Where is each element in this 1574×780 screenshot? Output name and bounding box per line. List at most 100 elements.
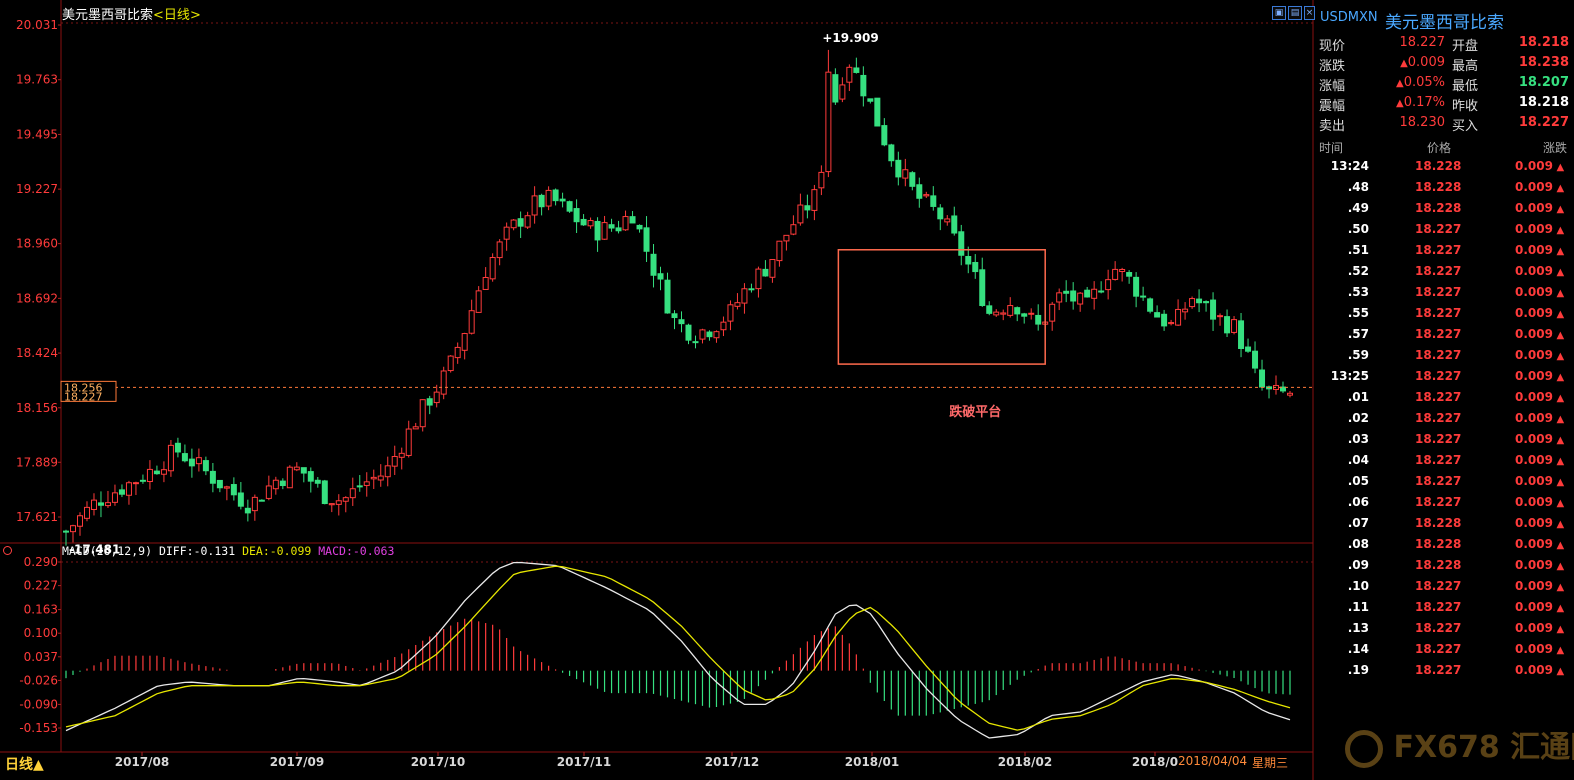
candle-body[interactable] xyxy=(419,399,426,428)
candle-body[interactable] xyxy=(139,479,146,482)
candle-body[interactable] xyxy=(132,482,139,485)
candle-body[interactable] xyxy=(853,67,860,73)
candle-body[interactable] xyxy=(391,456,398,467)
candle-body[interactable] xyxy=(146,468,153,483)
tick-row[interactable]: .19 18.227 0.009 ▲ xyxy=(1315,660,1574,681)
candle-body[interactable] xyxy=(209,470,216,484)
candle-body[interactable] xyxy=(300,467,307,474)
tick-row[interactable]: .50 18.227 0.009 ▲ xyxy=(1315,219,1574,240)
candle-body[interactable] xyxy=(1196,298,1203,304)
candle-body[interactable] xyxy=(874,97,881,127)
candle-body[interactable] xyxy=(1133,276,1140,297)
candle-body[interactable] xyxy=(944,218,951,223)
candle-body[interactable] xyxy=(1287,392,1293,396)
candle-body[interactable] xyxy=(720,321,727,331)
candle-body[interactable] xyxy=(580,218,587,226)
period-tab[interactable]: 日线▲ xyxy=(5,754,44,774)
candle-body[interactable] xyxy=(216,479,223,489)
tick-row[interactable]: .03 18.227 0.009 ▲ xyxy=(1315,429,1574,450)
candle-body[interactable] xyxy=(195,457,202,465)
candle-body[interactable] xyxy=(1028,312,1035,315)
tick-row[interactable]: .48 18.228 0.009 ▲ xyxy=(1315,177,1574,198)
candle-body[interactable] xyxy=(965,256,972,265)
candle-body[interactable] xyxy=(181,453,188,462)
candle-body[interactable] xyxy=(713,331,720,339)
candle-body[interactable] xyxy=(1091,288,1098,299)
candle-body[interactable] xyxy=(622,216,629,231)
candle-body[interactable] xyxy=(1000,312,1007,315)
candle-body[interactable] xyxy=(804,205,811,211)
candle-body[interactable] xyxy=(482,277,489,290)
candle-body[interactable] xyxy=(636,224,643,230)
tick-row[interactable]: .08 18.228 0.009 ▲ xyxy=(1315,534,1574,555)
candle-body[interactable] xyxy=(727,304,734,322)
tick-row[interactable]: .14 18.227 0.009 ▲ xyxy=(1315,639,1574,660)
candle-body[interactable] xyxy=(125,482,132,496)
candle-body[interactable] xyxy=(251,496,258,512)
candle-body[interactable] xyxy=(377,475,384,481)
candle-body[interactable] xyxy=(104,502,111,507)
candle-body[interactable] xyxy=(265,485,272,499)
candle-body[interactable] xyxy=(979,269,986,306)
candle-body[interactable] xyxy=(1119,268,1126,272)
candle-body[interactable] xyxy=(958,231,965,256)
candle-body[interactable] xyxy=(1105,279,1112,291)
candle-body[interactable] xyxy=(916,184,923,199)
candle-body[interactable] xyxy=(1035,314,1042,325)
candle-body[interactable] xyxy=(951,215,958,234)
candle-body[interactable] xyxy=(160,469,167,475)
candle-body[interactable] xyxy=(685,324,692,341)
candle-body[interactable] xyxy=(629,216,636,224)
candle-body[interactable] xyxy=(797,204,804,224)
candle-body[interactable] xyxy=(552,189,559,202)
candle-body[interactable] xyxy=(706,331,713,338)
candle-body[interactable] xyxy=(972,261,979,273)
candle-body[interactable] xyxy=(741,288,748,304)
candle-body[interactable] xyxy=(307,471,314,482)
candle-body[interactable] xyxy=(349,488,356,499)
restore-window-icon[interactable]: ▣ xyxy=(1272,6,1286,20)
candle-body[interactable] xyxy=(545,189,552,207)
candle-body[interactable] xyxy=(839,84,846,100)
candle-body[interactable] xyxy=(1070,290,1077,302)
candle-body[interactable] xyxy=(1098,290,1105,293)
candle-body[interactable] xyxy=(286,466,293,489)
candle-body[interactable] xyxy=(321,480,328,505)
candle-body[interactable] xyxy=(468,310,475,334)
tick-row[interactable]: .13 18.227 0.009 ▲ xyxy=(1315,618,1574,639)
candle-body[interactable] xyxy=(587,220,594,227)
candle-body[interactable] xyxy=(314,479,321,484)
candle-body[interactable] xyxy=(356,485,363,488)
candle-body[interactable] xyxy=(258,499,265,502)
candle-body[interactable] xyxy=(1245,346,1252,352)
candle-body[interactable] xyxy=(503,226,510,240)
candle-body[interactable] xyxy=(825,71,832,173)
candle-body[interactable] xyxy=(776,240,783,262)
candle-body[interactable] xyxy=(993,311,1000,316)
candle-body[interactable] xyxy=(496,241,503,259)
maximize-window-icon[interactable]: ▤ xyxy=(1288,6,1302,20)
candle-body[interactable] xyxy=(1021,313,1028,317)
candle-body[interactable] xyxy=(370,476,377,480)
candle-body[interactable] xyxy=(188,458,195,467)
candle-body[interactable] xyxy=(1056,292,1063,303)
candle-body[interactable] xyxy=(1189,298,1196,308)
candle-body[interactable] xyxy=(1077,292,1084,305)
candle-body[interactable] xyxy=(1007,305,1014,316)
candle-body[interactable] xyxy=(888,144,895,162)
tick-row[interactable]: .53 18.227 0.009 ▲ xyxy=(1315,282,1574,303)
candle-body[interactable] xyxy=(328,503,335,506)
candle-body[interactable] xyxy=(1063,290,1070,294)
candle-body[interactable] xyxy=(230,484,237,496)
candle-body[interactable] xyxy=(118,489,125,495)
candle-body[interactable] xyxy=(895,159,902,178)
candle-body[interactable] xyxy=(440,370,447,395)
candle-body[interactable] xyxy=(489,257,496,280)
tick-row[interactable]: 13:25 18.227 0.009 ▲ xyxy=(1315,366,1574,387)
candle-body[interactable] xyxy=(748,288,755,291)
candle-body[interactable] xyxy=(909,172,916,187)
candle-body[interactable] xyxy=(454,346,461,359)
macd-settings-icon[interactable] xyxy=(3,546,12,555)
candle-body[interactable] xyxy=(1224,316,1231,334)
candle-body[interactable] xyxy=(517,218,524,227)
